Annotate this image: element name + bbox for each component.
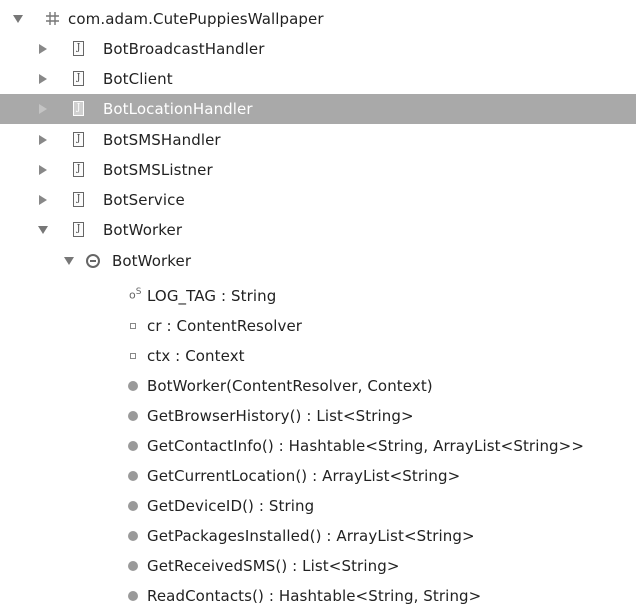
method-icon xyxy=(128,591,138,601)
member-label: ctx : Context xyxy=(147,347,245,365)
tree-row-member[interactable]: ctx : Context xyxy=(0,341,636,371)
expand-arrow-icon[interactable] xyxy=(39,104,47,114)
file-label: BotWorker xyxy=(103,221,183,239)
member-label: cr : ContentResolver xyxy=(147,317,303,335)
tree-row-file[interactable]: J BotSMSHandler xyxy=(0,125,636,155)
file-label: BotBroadcastHandler xyxy=(103,40,265,58)
member-label: BotWorker(ContentResolver, Context) xyxy=(147,377,433,395)
expand-arrow-icon[interactable] xyxy=(64,257,74,265)
tree-row-member[interactable]: GetReceivedSMS() : List<String> xyxy=(0,551,636,581)
member-label: ReadContacts() : Hashtable<String, Strin… xyxy=(147,587,482,605)
tree-row-member[interactable]: cr : ContentResolver xyxy=(0,311,636,341)
java-file-icon: J xyxy=(73,132,84,147)
package-label: com.adam.CutePuppiesWallpaper xyxy=(68,10,324,28)
tree-row-member[interactable]: GetCurrentLocation() : ArrayList<String> xyxy=(0,461,636,491)
member-label: GetPackagesInstalled() : ArrayList<Strin… xyxy=(147,527,475,545)
tree-row-file[interactable]: J BotBroadcastHandler xyxy=(0,34,636,64)
file-label: BotService xyxy=(103,191,185,209)
java-file-icon: J xyxy=(73,101,84,116)
method-icon xyxy=(128,561,138,571)
java-file-icon: J xyxy=(73,71,84,86)
expand-arrow-icon[interactable] xyxy=(38,226,48,234)
tree-row-file[interactable]: J BotWorker xyxy=(0,215,636,245)
tree-row-member[interactable]: oS LOG_TAG : String xyxy=(0,281,636,311)
tree-row-package[interactable]: com.adam.CutePuppiesWallpaper xyxy=(0,4,636,34)
tree-row-member[interactable]: GetContactInfo() : Hashtable<String, Arr… xyxy=(0,431,636,461)
expand-arrow-icon[interactable] xyxy=(39,165,47,175)
project-tree: com.adam.CutePuppiesWallpaper J BotBroad… xyxy=(0,0,636,613)
member-label: LOG_TAG : String xyxy=(147,287,277,305)
expand-arrow-icon[interactable] xyxy=(39,44,47,54)
tree-row-file[interactable]: J BotClient xyxy=(0,64,636,94)
tree-row-class[interactable]: BotWorker xyxy=(0,246,636,276)
expand-arrow-icon[interactable] xyxy=(39,195,47,205)
method-icon xyxy=(128,501,138,511)
java-file-icon: J xyxy=(73,162,84,177)
member-label: GetCurrentLocation() : ArrayList<String> xyxy=(147,467,461,485)
class-label: BotWorker xyxy=(112,252,192,270)
method-icon xyxy=(128,411,138,421)
method-icon xyxy=(128,381,138,391)
file-label: BotSMSListner xyxy=(103,161,213,179)
static-field-icon: oS xyxy=(129,287,142,302)
member-label: GetBrowserHistory() : List<String> xyxy=(147,407,414,425)
file-label: BotSMSHandler xyxy=(103,131,221,149)
tree-row-member[interactable]: ReadContacts() : Hashtable<String, Strin… xyxy=(0,581,636,611)
field-icon xyxy=(130,323,136,329)
tree-row-member[interactable]: GetDeviceID() : String xyxy=(0,491,636,521)
tree-row-file-selected[interactable]: J BotLocationHandler xyxy=(0,94,636,124)
method-icon xyxy=(128,441,138,451)
java-file-icon: J xyxy=(73,222,84,237)
tree-row-file[interactable]: J BotSMSListner xyxy=(0,155,636,185)
tree-row-member[interactable]: GetBrowserHistory() : List<String> xyxy=(0,401,636,431)
expand-arrow-icon[interactable] xyxy=(39,74,47,84)
expand-arrow-icon[interactable] xyxy=(13,15,23,23)
package-icon xyxy=(45,11,60,30)
java-file-icon: J xyxy=(73,192,84,207)
class-icon xyxy=(86,254,100,268)
member-label: GetReceivedSMS() : List<String> xyxy=(147,557,400,575)
member-label: GetDeviceID() : String xyxy=(147,497,315,515)
file-label: BotLocationHandler xyxy=(103,100,253,118)
static-marker: S xyxy=(135,287,142,297)
field-icon xyxy=(130,353,136,359)
tree-row-file[interactable]: J BotService xyxy=(0,185,636,215)
file-label: BotClient xyxy=(103,70,173,88)
tree-row-member[interactable]: BotWorker(ContentResolver, Context) xyxy=(0,371,636,401)
expand-arrow-icon[interactable] xyxy=(39,135,47,145)
method-icon xyxy=(128,471,138,481)
member-label: GetContactInfo() : Hashtable<String, Arr… xyxy=(147,437,585,455)
tree-row-member[interactable]: GetPackagesInstalled() : ArrayList<Strin… xyxy=(0,521,636,551)
method-icon xyxy=(128,531,138,541)
java-file-icon: J xyxy=(73,41,84,56)
